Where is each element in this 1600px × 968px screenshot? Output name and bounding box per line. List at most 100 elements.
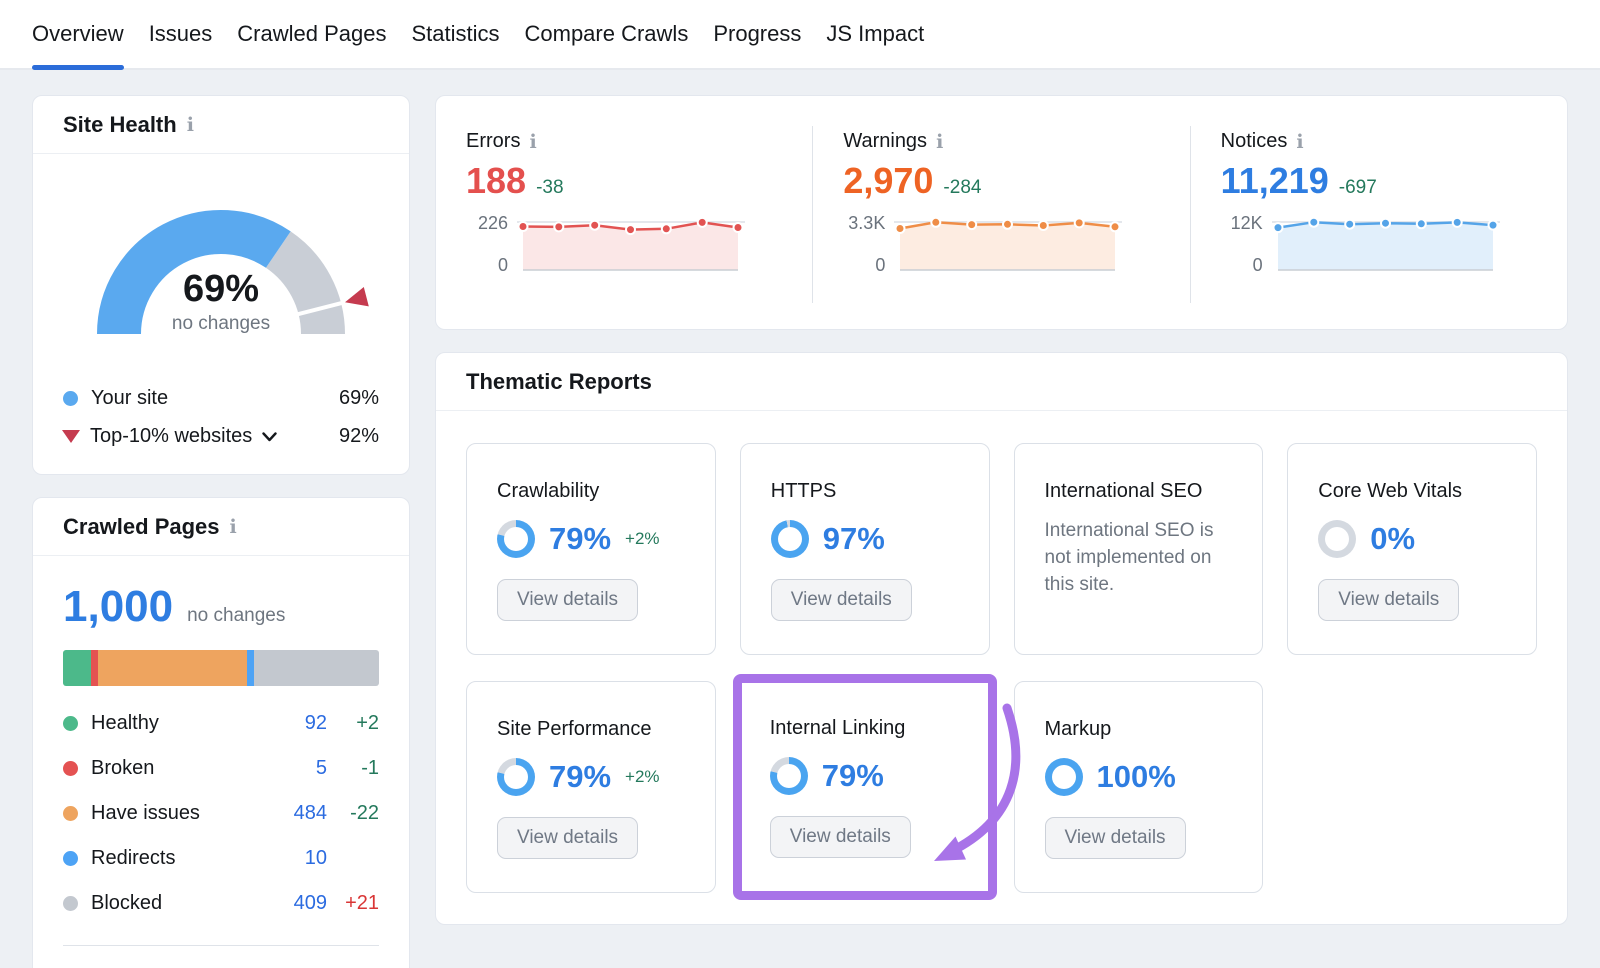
thematic-card-title: Crawlability [497,480,685,503]
thematic-change: +2% [625,529,660,549]
tab-bar: Overview Issues Crawled Pages Statistics Com… [0,0,1600,70]
metric-errors: Errorsi 188-38 226 0 [436,126,812,303]
site-health-legend-row: Top-10% websites92% [63,425,379,448]
info-icon[interactable]: i [230,516,237,537]
legend-label: Healthy [63,712,267,735]
thematic-card-title: International SEO [1045,480,1233,503]
site-health-header: Site Health i [33,96,409,154]
legend-label-text: Redirects [91,847,175,870]
legend-dot-icon [63,391,78,406]
crawled-legend-row: Blocked409+21 [63,892,379,915]
axis-min-label: 0 [498,256,508,274]
tab-compare-crawls[interactable]: Compare Crawls [525,0,689,68]
view-details-button[interactable]: View details [1045,817,1186,859]
legend-dot-icon [63,806,78,821]
metric-label: Errors [466,130,520,153]
crawled-pages-card: Crawled Pages i 1,000 no changes Healthy… [32,497,410,968]
legend-value: 92% [339,425,379,448]
tab-issues[interactable]: Issues [149,0,213,68]
divider [63,945,379,946]
donut-chart [771,520,809,558]
crawled-legend-row: Healthy92+2 [63,712,379,735]
thematic-score-row: 97% [771,520,959,558]
gauge-value: 69% [71,268,371,311]
tab-js-impact[interactable]: JS Impact [826,0,924,68]
thematic-card-title: Core Web Vitals [1318,480,1506,503]
axis-min-label: 0 [875,256,885,274]
legend-count-link[interactable]: 92 [267,712,327,735]
thematic-card-title: Site Performance [497,718,685,741]
thematic-card-markup: Markup 100% View details [1014,681,1264,893]
legend-count-link[interactable]: 10 [267,847,327,870]
gauge-center-text: 69% no changes [71,268,371,335]
chevron-down-icon[interactable] [262,425,277,448]
axis-max-label: 3.3K [848,214,885,232]
metric-notices: Noticesi11,219-69712K0 [1190,126,1567,303]
legend-change: -22 [327,802,379,825]
view-details-button[interactable]: View details [497,817,638,859]
legend-dot-icon [63,896,78,911]
legend-value: 69% [339,387,379,410]
left-column: Site Health i 69% no changes Your site69… [32,95,410,968]
tab-crawled-pages[interactable]: Crawled Pages [237,0,386,68]
crawled-total: 1,000 [63,582,173,632]
bar-segment-blocked [254,650,379,686]
crawled-legend-row: Have issues484-22 [63,802,379,825]
tab-progress[interactable]: Progress [713,0,801,68]
crawled-legend: Healthy92+2 Broken5-1 Have issues484-22 Red… [63,712,379,915]
crawled-legend-row: Broken5-1 [63,757,379,780]
crawled-note: no changes [187,605,285,627]
bar-segment-broken [91,650,98,686]
view-details-button[interactable]: View details [771,579,912,621]
thematic-grid: Crawlability79%+2%View detailsHTTPS97%Vi… [436,411,1567,925]
info-icon[interactable]: i [187,114,194,135]
tab-overview[interactable]: Overview [32,0,124,68]
metric-change: -38 [536,177,563,199]
info-icon[interactable]: i [936,131,943,152]
crawled-stacked-bar [63,650,379,686]
metric-label-row: Noticesi [1221,130,1539,153]
bar-segment-redirects [247,650,254,686]
legend-label: Redirects [63,847,267,870]
donut-chart [497,758,535,796]
view-details-button[interactable]: View details [1318,579,1459,621]
axis-labels: 3.3K 0 [843,214,885,276]
thematic-percent: 97% [823,521,885,557]
right-column: Errorsi188-382260Warningsi2,970-2843.3K0… [435,95,1568,968]
thematic-score-row: 79% +2% [497,520,685,558]
info-icon[interactable]: i [1296,131,1303,152]
trend-chart-warnings [894,214,1122,278]
thematic-percent: 79% [549,521,611,557]
thematic-percent: 79% [822,758,884,794]
legend-count-link[interactable]: 409 [267,892,327,915]
metric-change: -697 [1339,177,1377,199]
thematic-score-row: 0% [1318,520,1506,558]
view-details-button[interactable]: View details [770,816,911,858]
thematic-card-internal-linking: Internal Linking79%View details [733,674,997,900]
thematic-score-row: 100% [1045,758,1233,796]
metric-value-row: 188-38 [466,160,784,202]
legend-dot-icon [63,716,78,731]
thematic-header: Thematic Reports [436,353,1567,411]
info-icon[interactable]: i [529,131,536,152]
crawled-total-row: 1,000 no changes [63,582,379,632]
view-details-button[interactable]: View details [497,579,638,621]
donut-chart [1318,520,1356,558]
legend-count-link[interactable]: 5 [267,757,327,780]
thematic-card-core-web-vitals: Core Web Vitals 0% View details [1287,443,1537,655]
donut-chart [770,757,808,795]
site-health-gauge-wrap: 69% no changes [71,182,371,363]
tab-statistics[interactable]: Statistics [411,0,499,68]
axis-max-label: 12K [1231,214,1263,232]
thematic-percent: 0% [1370,521,1415,557]
thematic-card-site-performance: Site Performance79%+2%View details [466,681,716,893]
thematic-card-note: International SEO is not implemented on … [1045,518,1233,599]
axis-labels: 12K0 [1221,214,1263,276]
thematic-card-title: Markup [1045,718,1233,741]
axis-max-label: 226 [478,214,508,232]
legend-change: +2 [327,712,379,735]
legend-count-link[interactable]: 484 [267,802,327,825]
legend-label: Blocked [63,892,267,915]
thematic-change: +2% [625,767,660,787]
metric-label-row: Errorsi [466,130,784,153]
